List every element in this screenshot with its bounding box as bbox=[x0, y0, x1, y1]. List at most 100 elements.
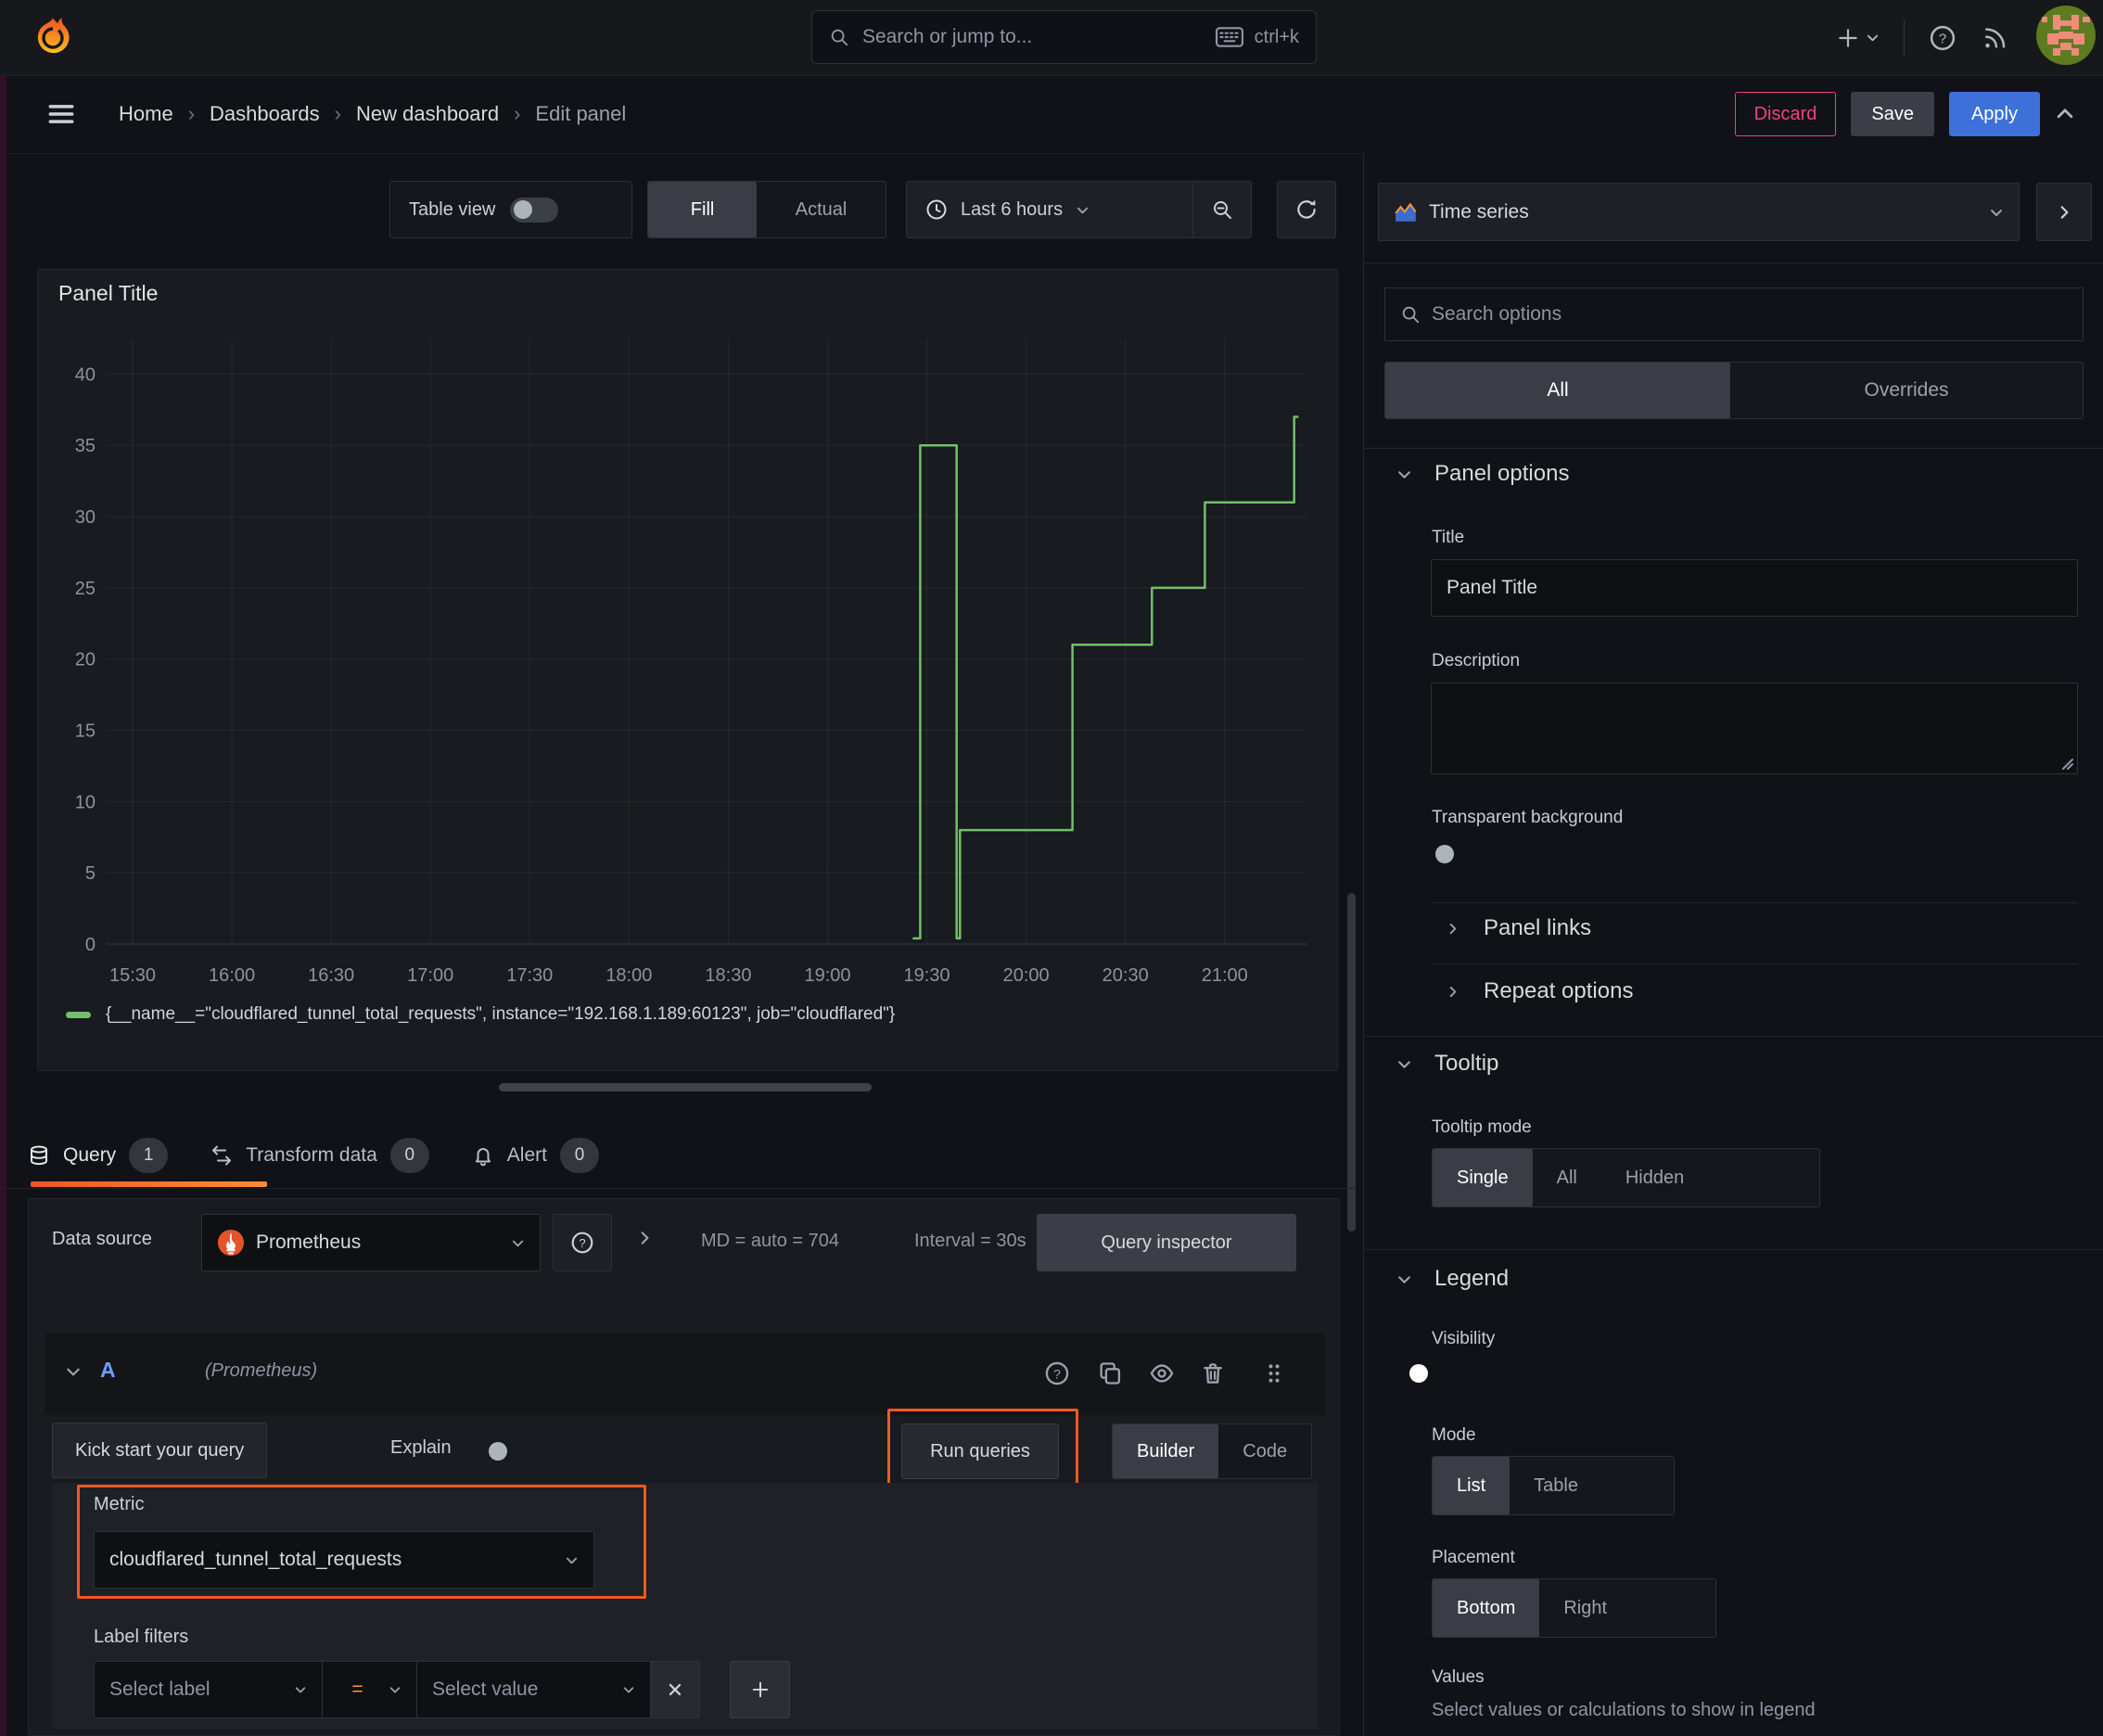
refresh-button[interactable] bbox=[1277, 181, 1336, 238]
title-input[interactable] bbox=[1431, 559, 2078, 617]
save-button[interactable]: Save bbox=[1851, 92, 1934, 136]
table-view-label: Table view bbox=[409, 198, 496, 220]
transform-icon bbox=[212, 1145, 232, 1166]
duplicate-query-button[interactable] bbox=[1097, 1360, 1123, 1386]
plus-icon bbox=[1839, 28, 1857, 47]
legend-bottom-option[interactable]: Bottom bbox=[1433, 1579, 1540, 1637]
breadcrumb-home[interactable]: Home bbox=[119, 102, 173, 126]
news-button[interactable] bbox=[1981, 24, 2008, 52]
resize-handle-icon[interactable] bbox=[2059, 756, 2074, 771]
datasource-help-button[interactable]: ? bbox=[553, 1214, 612, 1271]
legend-series-label[interactable]: {__name__="cloudflared_tunnel_total_requ… bbox=[106, 1004, 895, 1025]
chevron-down-icon bbox=[295, 1687, 306, 1693]
menu-toggle[interactable] bbox=[48, 103, 74, 125]
metric-select[interactable]: cloudflared_tunnel_total_requests bbox=[94, 1531, 594, 1589]
add-filter-button[interactable] bbox=[730, 1661, 790, 1718]
run-queries-button[interactable]: Run queries bbox=[901, 1423, 1059, 1479]
drag-query-handle[interactable] bbox=[1261, 1360, 1287, 1386]
tab-query[interactable]: Query 1 bbox=[28, 1124, 210, 1187]
tooltip-all-option[interactable]: All bbox=[1533, 1149, 1601, 1206]
breadcrumb-dashboards[interactable]: Dashboards bbox=[210, 102, 320, 126]
svg-text:17:30: 17:30 bbox=[506, 965, 553, 986]
add-new-button[interactable] bbox=[1836, 26, 1880, 50]
tab-overrides[interactable]: Overrides bbox=[1730, 363, 2083, 418]
tab-alert[interactable]: Alert 0 bbox=[472, 1124, 642, 1187]
time-range-picker[interactable]: Last 6 hours bbox=[907, 198, 1192, 221]
tab-query-count: 1 bbox=[129, 1138, 169, 1173]
svg-text:30: 30 bbox=[75, 507, 96, 528]
toggle-query-visibility-button[interactable] bbox=[1149, 1360, 1175, 1386]
trash-icon bbox=[1204, 1363, 1222, 1384]
expand-stats-button[interactable] bbox=[636, 1230, 653, 1246]
legend-table-option[interactable]: Table bbox=[1510, 1457, 1602, 1514]
panel-links-section[interactable]: Panel links bbox=[1446, 915, 1591, 941]
remove-filter-button[interactable] bbox=[651, 1661, 700, 1718]
search-input[interactable] bbox=[860, 25, 1204, 49]
tab-all[interactable]: All bbox=[1385, 363, 1730, 418]
tab-transform[interactable]: Transform data 0 bbox=[210, 1124, 472, 1187]
panel-resize-handle[interactable] bbox=[499, 1083, 872, 1091]
table-view-control: Table view bbox=[389, 181, 632, 238]
editor-tabs: Query 1 Transform data 0 Alert 0 bbox=[28, 1124, 642, 1187]
panel-links-title: Panel links bbox=[1484, 915, 1592, 940]
legend-list-option[interactable]: List bbox=[1433, 1457, 1510, 1514]
top-nav: ctrl+k ? bbox=[0, 0, 2103, 76]
tooltip-hidden-option[interactable]: Hidden bbox=[1601, 1149, 1708, 1206]
prometheus-icon bbox=[217, 1229, 245, 1257]
vertical-scrollbar[interactable] bbox=[1347, 893, 1356, 1232]
apply-button[interactable]: Apply bbox=[1948, 92, 2040, 136]
query-inspector-button[interactable]: Query inspector bbox=[1037, 1214, 1296, 1271]
chevron-right-icon bbox=[641, 1232, 649, 1245]
select-label-dropdown[interactable]: Select label bbox=[94, 1661, 323, 1718]
query-ref-id[interactable]: A bbox=[100, 1358, 116, 1383]
title-field-label: Title bbox=[1432, 528, 1465, 547]
svg-text:20:00: 20:00 bbox=[1003, 965, 1050, 986]
code-option[interactable]: Code bbox=[1218, 1424, 1311, 1478]
panel-options-header[interactable]: Panel options bbox=[1396, 461, 1569, 487]
legend-right-option[interactable]: Right bbox=[1539, 1579, 1631, 1637]
discard-button[interactable]: Discard bbox=[1734, 92, 1837, 136]
repeat-options-title: Repeat options bbox=[1484, 978, 1634, 1003]
collapse-options-button[interactable] bbox=[2055, 104, 2075, 124]
select-value-dropdown[interactable]: Select value bbox=[417, 1661, 651, 1718]
svg-text:?: ? bbox=[1939, 31, 1946, 46]
table-view-toggle[interactable] bbox=[510, 197, 559, 223]
search-options-placeholder: Search options bbox=[1432, 303, 1562, 325]
operator-dropdown[interactable]: = bbox=[323, 1661, 417, 1718]
chart-legend: {__name__="cloudflared_tunnel_total_requ… bbox=[66, 1004, 895, 1025]
tooltip-header[interactable]: Tooltip bbox=[1396, 1051, 1498, 1077]
zoom-out-icon bbox=[1214, 201, 1231, 219]
collapse-query-button[interactable] bbox=[65, 1363, 82, 1380]
panel-title[interactable]: Panel Title bbox=[58, 281, 158, 306]
grafana-logo[interactable] bbox=[32, 17, 74, 59]
datasource-value: Prometheus bbox=[256, 1232, 362, 1253]
collapse-sidebar-button[interactable] bbox=[2036, 183, 2092, 241]
repeat-options-section[interactable]: Repeat options bbox=[1446, 978, 1633, 1004]
breadcrumb-separator: › bbox=[334, 102, 341, 125]
fill-option[interactable]: Fill bbox=[648, 182, 758, 237]
kick-start-query-button[interactable]: Kick start your query bbox=[52, 1423, 268, 1478]
query-row-header[interactable]: A (Prometheus) ? bbox=[45, 1334, 1325, 1415]
time-range-label: Last 6 hours bbox=[961, 198, 1064, 220]
breadcrumb-new-dashboard[interactable]: New dashboard bbox=[356, 102, 499, 126]
tooltip-single-option[interactable]: Single bbox=[1433, 1149, 1533, 1206]
metric-value: cloudflared_tunnel_total_requests bbox=[109, 1549, 402, 1570]
actual-option[interactable]: Actual bbox=[757, 182, 886, 237]
query-help-button[interactable]: ? bbox=[1044, 1360, 1070, 1386]
visualization-picker[interactable]: Time series bbox=[1378, 183, 2020, 241]
timeseries-chart[interactable]: 15:30 16:00 16:30 17:00 17:30 18:00 18:30 19:00… bbox=[51, 312, 1326, 1016]
window-edge-strip bbox=[0, 0, 6, 1736]
builder-option[interactable]: Builder bbox=[1113, 1424, 1219, 1478]
description-textarea[interactable] bbox=[1431, 683, 2078, 774]
help-button[interactable]: ? bbox=[1929, 24, 1956, 52]
datasource-picker[interactable]: Prometheus bbox=[201, 1214, 541, 1271]
zoom-out-button[interactable] bbox=[1193, 198, 1251, 221]
delete-query-button[interactable] bbox=[1200, 1360, 1226, 1386]
avatar[interactable] bbox=[2036, 6, 2096, 70]
search-options-box[interactable]: Search options bbox=[1384, 287, 2084, 341]
chevron-right-icon bbox=[1449, 923, 1457, 934]
tab-transform-label: Transform data bbox=[246, 1144, 377, 1166]
interval-stat: Interval = 30s bbox=[914, 1231, 1026, 1251]
global-search[interactable]: ctrl+k bbox=[811, 10, 1317, 64]
legend-header[interactable]: Legend bbox=[1396, 1266, 1509, 1292]
